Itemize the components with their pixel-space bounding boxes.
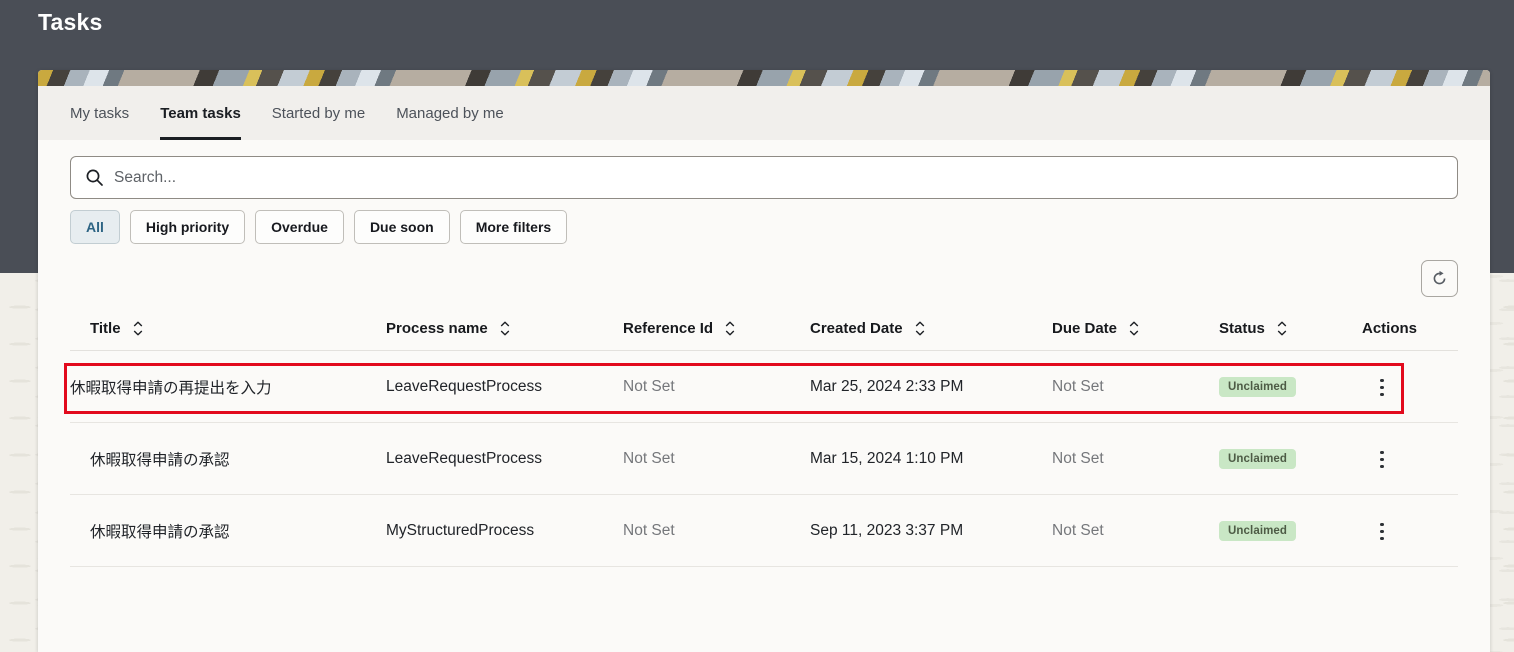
table-header-row: Title Process name Reference Id Created …: [70, 307, 1458, 351]
column-header-created-date[interactable]: Created Date: [810, 320, 1052, 337]
cell-status: Unclaimed: [1219, 521, 1362, 541]
filter-chip-more-filters[interactable]: More filters: [460, 210, 567, 244]
tab-my-tasks[interactable]: My tasks: [70, 86, 129, 140]
table-row[interactable]: 休暇取得申請の承認 MyStructuredProcess Not Set Se…: [70, 495, 1458, 567]
status-badge: Unclaimed: [1219, 521, 1296, 541]
cell-reference-id: Not Set: [623, 450, 810, 468]
row-actions-kebab-button[interactable]: [1370, 515, 1394, 548]
cell-due-date: Not Set: [1052, 450, 1219, 468]
cell-title[interactable]: 休暇取得申請の承認: [70, 448, 386, 470]
page-title: Tasks: [38, 9, 103, 36]
cell-status: Unclaimed: [1219, 377, 1362, 397]
filter-chip-high-priority[interactable]: High priority: [130, 210, 245, 244]
cell-title[interactable]: 休暇取得申請の承認: [70, 520, 386, 542]
table-row[interactable]: 休暇取得申請の承認 LeaveRequestProcess Not Set Ma…: [70, 423, 1458, 495]
column-header-status[interactable]: Status: [1219, 320, 1362, 337]
cell-process-name: MyStructuredProcess: [386, 522, 623, 540]
cell-created-date: Mar 25, 2024 2:33 PM: [810, 378, 1052, 396]
tab-bar: My tasks Team tasks Started by me Manage…: [38, 86, 1490, 140]
cell-created-date: Sep 11, 2023 3:37 PM: [810, 522, 1052, 540]
tab-managed-by-me[interactable]: Managed by me: [396, 86, 504, 140]
sort-icon: [724, 321, 736, 336]
row-actions-kebab-button[interactable]: [1370, 443, 1394, 476]
cell-due-date: Not Set: [1052, 378, 1219, 396]
decorative-banner: [38, 70, 1490, 86]
tab-team-tasks[interactable]: Team tasks: [160, 86, 241, 140]
filter-chips: All High priority Overdue Due soon More …: [70, 210, 1458, 244]
cell-reference-id: Not Set: [623, 522, 810, 540]
cell-created-date: Mar 15, 2024 1:10 PM: [810, 450, 1052, 468]
cell-title[interactable]: 休暇取得申請の再提出を入力: [70, 376, 386, 398]
tasks-table: Title Process name Reference Id Created …: [70, 307, 1458, 567]
column-header-actions: Actions: [1362, 320, 1458, 337]
sort-icon: [1128, 321, 1140, 336]
sort-icon: [132, 321, 144, 336]
search-icon: [85, 168, 104, 187]
cell-status: Unclaimed: [1219, 449, 1362, 469]
column-header-due-date[interactable]: Due Date: [1052, 320, 1219, 337]
table-toolbar: [70, 260, 1458, 297]
search-box: [70, 156, 1458, 199]
cell-actions: [1362, 513, 1458, 548]
tab-content: All High priority Overdue Due soon More …: [38, 140, 1490, 652]
sort-icon: [499, 321, 511, 336]
row-actions-kebab-button[interactable]: [1370, 371, 1394, 404]
column-header-title[interactable]: Title: [70, 320, 386, 337]
status-badge: Unclaimed: [1219, 449, 1296, 469]
cell-actions: [1362, 441, 1458, 476]
status-badge: Unclaimed: [1219, 377, 1296, 397]
tasks-card: My tasks Team tasks Started by me Manage…: [38, 70, 1490, 652]
tab-started-by-me[interactable]: Started by me: [272, 86, 365, 140]
refresh-button[interactable]: [1421, 260, 1458, 297]
refresh-icon: [1431, 270, 1448, 287]
filter-chip-due-soon[interactable]: Due soon: [354, 210, 450, 244]
column-header-reference-id[interactable]: Reference Id: [623, 320, 810, 337]
filter-chip-all[interactable]: All: [70, 210, 120, 244]
filter-chip-overdue[interactable]: Overdue: [255, 210, 344, 244]
table-row[interactable]: 休暇取得申請の再提出を入力 LeaveRequestProcess Not Se…: [70, 351, 1458, 423]
cell-process-name: LeaveRequestProcess: [386, 378, 623, 396]
sort-icon: [914, 321, 926, 336]
cell-process-name: LeaveRequestProcess: [386, 450, 623, 468]
cell-actions: [1362, 369, 1458, 404]
cell-due-date: Not Set: [1052, 522, 1219, 540]
cell-reference-id: Not Set: [623, 378, 810, 396]
search-input[interactable]: [114, 169, 1443, 187]
column-header-process-name[interactable]: Process name: [386, 320, 623, 337]
sort-icon: [1276, 321, 1288, 336]
